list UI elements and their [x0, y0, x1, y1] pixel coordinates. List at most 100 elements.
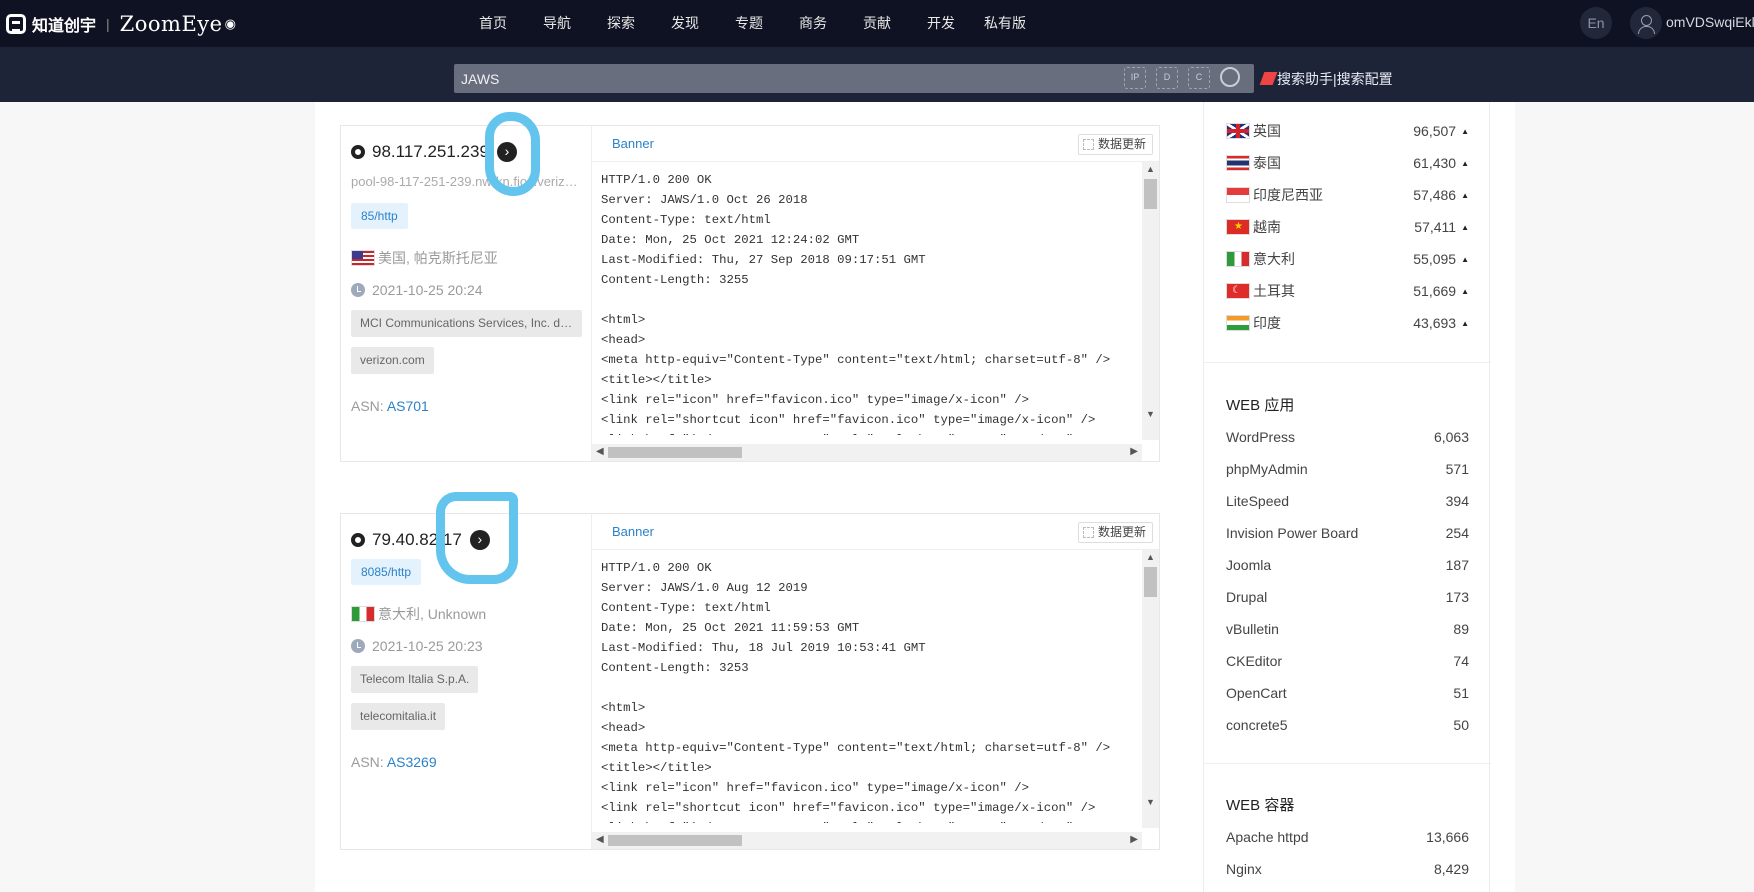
result-location[interactable]: 意大利, Unknown: [351, 604, 486, 624]
web-app-row[interactable]: CKEditor 74: [1226, 651, 1469, 671]
country-row[interactable]: 土耳其 51,669 ▲: [1226, 281, 1469, 301]
menu-explore[interactable]: 探索: [589, 0, 653, 47]
web-app-name: vBulletin: [1226, 621, 1279, 637]
result-location[interactable]: 美国, 帕克斯托尼亚: [351, 248, 498, 268]
country-row[interactable]: 泰国 61,430 ▲: [1226, 153, 1469, 173]
country-stats: 英国 96,507 ▲ 泰国 61,430 ▲ 印度尼西亚 57,486 ▲ 越南 57,41…: [1204, 102, 1491, 363]
web-container-row[interactable]: Apache httpd 13,666: [1226, 827, 1469, 847]
us-flag-icon: [351, 250, 375, 266]
username[interactable]: omVDSwqiEkl(: [1666, 14, 1754, 30]
search-icon[interactable]: [1220, 67, 1240, 87]
menu-business[interactable]: 商务: [781, 0, 845, 47]
web-container-name: Nginx: [1226, 861, 1262, 877]
port-badge[interactable]: 85/http: [351, 203, 408, 229]
web-container-row[interactable]: Nginx 8,429: [1226, 859, 1469, 879]
horizontal-scrollbar[interactable]: ◀ ▶: [592, 444, 1142, 461]
domain-tag[interactable]: verizon.com: [351, 347, 434, 374]
vietnam-flag-icon: [1226, 219, 1250, 235]
web-container-count: 13,666: [1426, 829, 1469, 845]
web-app-name: OpenCart: [1226, 685, 1287, 701]
country-name: 印度尼西亚: [1253, 187, 1323, 203]
country-name: 土耳其: [1253, 283, 1295, 299]
asn-link[interactable]: AS3269: [387, 754, 437, 770]
menu-home[interactable]: 首页: [461, 0, 525, 47]
web-app-name: CKEditor: [1226, 653, 1283, 669]
domain-tag[interactable]: telecomitalia.it: [351, 703, 446, 730]
web-app-row[interactable]: OpenCart 51: [1226, 683, 1469, 703]
data-update-button[interactable]: 数据更新: [1077, 134, 1153, 155]
country-count: 61,430: [1413, 155, 1457, 171]
web-app-row[interactable]: concrete5 50: [1226, 715, 1469, 735]
org-tag[interactable]: MCI Communications Services, Inc. d/b/a …: [351, 310, 582, 337]
result-card: 98.117.251.239 › pool-98-117-251-239.nwr…: [340, 125, 1160, 462]
country-row[interactable]: 英国 96,507 ▲: [1226, 121, 1469, 141]
result-ip[interactable]: 98.117.251.239: [372, 142, 489, 162]
trend-up-icon: ▲: [1461, 222, 1469, 232]
vertical-scrollbar[interactable]: ▲ ▼: [1142, 550, 1159, 828]
web-app-row[interactable]: WordPress 6,063: [1226, 427, 1469, 447]
web-containers-title: WEB 容器: [1226, 797, 1295, 814]
menu-topics[interactable]: 专题: [717, 0, 781, 47]
country-count: 55,095: [1413, 251, 1457, 267]
eye-icon: ◉: [224, 16, 236, 31]
result-meta: 79.40.82.17 › 8085/http 意大利, Unknown 202…: [341, 514, 591, 849]
web-app-row[interactable]: LiteSpeed 394: [1226, 491, 1469, 511]
result-hostname: pool-98-117-251-239.nwrkn.fios.verizon.n…: [351, 174, 581, 189]
horizontal-scrollbar[interactable]: ◀ ▶: [592, 832, 1142, 849]
web-app-row[interactable]: Joomla 187: [1226, 555, 1469, 575]
asn-label: ASN:: [351, 754, 384, 770]
asn: ASN: AS701: [351, 398, 429, 414]
menu-private-edition[interactable]: 私有版: [973, 0, 1037, 47]
chevron-right-icon[interactable]: ›: [469, 530, 490, 550]
tab-banner[interactable]: Banner: [612, 524, 654, 539]
country-count: 43,693: [1413, 315, 1457, 331]
web-app-name: Joomla: [1226, 557, 1272, 573]
data-update-button[interactable]: 数据更新: [1077, 522, 1153, 543]
menu-navigation[interactable]: 导航: [525, 0, 589, 47]
web-apps-stats: WEB 应用 WordPress 6,063 phpMyAdmin 571 Lite…: [1204, 363, 1491, 764]
domain-search-icon[interactable]: D: [1156, 67, 1178, 89]
turkey-flag-icon: [1226, 283, 1250, 299]
tab-banner[interactable]: Banner: [612, 136, 654, 151]
chevron-right-icon[interactable]: ›: [496, 142, 517, 162]
location-text: 美国, 帕克斯托尼亚: [378, 250, 498, 266]
banner-panel: Banner 数据更新 HTTP/1.0 200 OK Server: JAWS…: [591, 126, 1159, 461]
web-containers-stats: WEB 容器 Apache httpd 13,666 Nginx 8,429: [1204, 764, 1491, 892]
trend-up-icon: ▲: [1461, 126, 1469, 136]
search-helper-link[interactable]: 搜索助手: [1277, 71, 1333, 87]
asn-link[interactable]: AS701: [387, 398, 429, 414]
country-row[interactable]: 意大利 55,095 ▲: [1226, 249, 1469, 269]
menu-develop[interactable]: 开发: [909, 0, 973, 47]
user-avatar-icon[interactable]: [1630, 7, 1662, 39]
trend-up-icon: ▲: [1461, 190, 1469, 200]
org-tag[interactable]: Telecom Italia S.p.A.: [351, 666, 479, 693]
web-app-row[interactable]: phpMyAdmin 571: [1226, 459, 1469, 479]
ip-search-icon[interactable]: IP: [1124, 67, 1146, 89]
web-app-count: 571: [1445, 461, 1469, 477]
country-row[interactable]: 印度尼西亚 57,486 ▲: [1226, 185, 1469, 205]
search-input[interactable]: [454, 64, 1054, 93]
zoomeye-logo[interactable]: 知道创宇 | ZoomEye ◉: [6, 12, 236, 36]
web-container-count: 8,429: [1433, 861, 1469, 877]
vertical-scrollbar[interactable]: ▲ ▼: [1142, 162, 1159, 440]
result-ip[interactable]: 79.40.82.17: [372, 530, 462, 550]
country-name: 越南: [1253, 219, 1281, 235]
image-search-icon[interactable]: C: [1188, 67, 1210, 89]
menu-discover[interactable]: 发现: [653, 0, 717, 47]
language-toggle[interactable]: En: [1580, 7, 1612, 39]
web-app-row[interactable]: Invision Power Board 254: [1226, 523, 1469, 543]
web-app-row[interactable]: Drupal 173: [1226, 587, 1469, 607]
country-name: 英国: [1253, 123, 1281, 139]
result-time: 2021-10-25 20:23: [351, 638, 483, 654]
search-config-link[interactable]: 搜索配置: [1337, 71, 1393, 87]
host-icon: [351, 533, 365, 547]
country-count: 57,411: [1414, 219, 1457, 235]
logo-brand-en: ZoomEye: [119, 12, 223, 36]
trend-up-icon: ▲: [1461, 254, 1469, 264]
country-row[interactable]: 印度 43,693 ▲: [1226, 313, 1469, 333]
web-app-name: phpMyAdmin: [1226, 461, 1308, 477]
menu-contribute[interactable]: 贡献: [845, 0, 909, 47]
web-app-row[interactable]: vBulletin 89: [1226, 619, 1469, 639]
port-badge[interactable]: 8085/http: [351, 559, 422, 585]
country-row[interactable]: 越南 57,411 ▲: [1226, 217, 1469, 237]
